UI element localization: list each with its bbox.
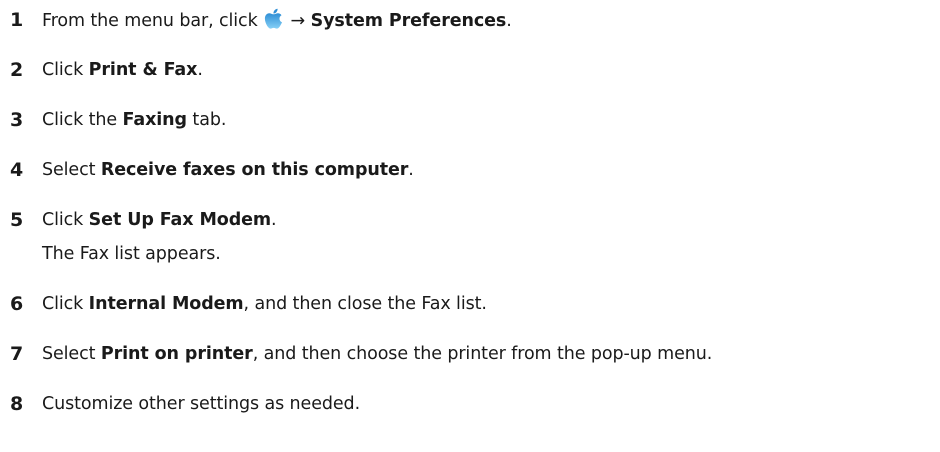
step-text: Click Internal Modem, and then close the…: [42, 292, 487, 316]
step-number: 6: [10, 293, 24, 315]
step-bold-text: Set Up Fax Modem: [88, 210, 272, 230]
step-number: 2: [10, 59, 24, 81]
step-text-post: , and then close the Fax list.: [243, 294, 487, 314]
step-text-post: tab.: [186, 110, 227, 130]
step-number: 8: [10, 393, 24, 415]
step-text-post: .: [506, 11, 512, 31]
step-text-post: .: [408, 160, 414, 180]
step-text: Customize other settings as needed.: [42, 394, 361, 414]
step-bold-text: Internal Modem: [88, 294, 244, 314]
step-text-pre: Select: [42, 344, 101, 364]
step-5-note: The Fax list appears.: [42, 244, 221, 264]
step-bold-text: Receive faxes on this computer: [100, 160, 409, 180]
step-bold-text: Faxing: [122, 110, 188, 130]
step-number: 4: [10, 159, 24, 181]
step-text-pre: Select: [42, 160, 101, 180]
step-bold-text: Print & Fax: [88, 60, 198, 80]
step-text-pre: Click the: [42, 110, 123, 130]
step-text: Select Receive faxes on this computer.: [42, 158, 414, 182]
step-text-post: .: [271, 210, 277, 230]
step-text: Click Set Up Fax Modem.: [42, 208, 277, 232]
step-text: Select Print on printer, and then choose…: [42, 342, 712, 366]
step-number: 1: [10, 9, 24, 31]
step-bold-text: System Preferences: [310, 11, 507, 31]
step-text-pre: Click: [42, 60, 89, 80]
arrow-glyph: →: [290, 11, 306, 31]
step-text: Click the Faxing tab.: [42, 108, 226, 132]
step-text: From the menu bar, click → System Prefer…: [42, 8, 512, 33]
step-number: 5: [10, 209, 24, 231]
step-number: 3: [10, 109, 24, 131]
step-number: 7: [10, 343, 24, 365]
step-bold-text: Print on printer: [100, 344, 253, 364]
step-text-pre: From the menu bar, click: [42, 11, 264, 31]
step-text-post: , and then choose the printer from the p…: [252, 344, 713, 364]
apple-icon: [264, 8, 284, 30]
step-text: Click Print & Fax.: [42, 58, 203, 82]
step-text-pre: Click: [42, 294, 89, 314]
step-text-post: .: [197, 60, 203, 80]
step-text-pre: Click: [42, 210, 89, 230]
